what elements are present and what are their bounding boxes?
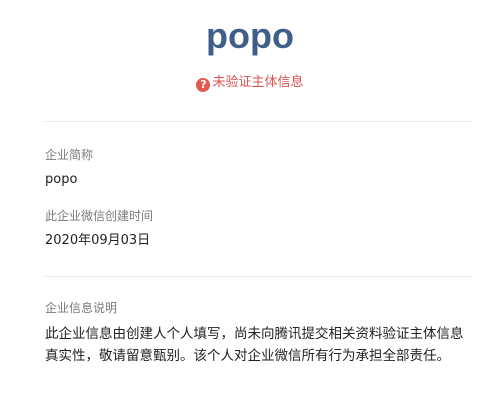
verify-status-text: 未验证主体信息 [212,75,304,90]
divider-bottom [45,276,472,277]
divider-top [45,121,472,122]
company-info-page: popo ? 未验证主体信息 企业简称 popo 此企业微信创建时间 2020年0… [0,0,500,403]
question-circle-icon: ? [196,78,211,92]
info-description-label: 企业信息说明 [45,301,118,315]
created-time-label: 此企业微信创建时间 [45,209,154,223]
company-name-title: popo [206,15,294,56]
verify-status: ? 未验证主体信息 [0,74,500,92]
short-name-label: 企业简称 [45,148,94,162]
created-time-value: 2020年09月03日 [45,233,151,248]
info-description-text: 此企业信息由创建人个人填写，尚未向腾讯提交相关资料验证主体信息真实性，敬请留意甄… [45,326,464,364]
short-name-value: popo [45,172,78,187]
